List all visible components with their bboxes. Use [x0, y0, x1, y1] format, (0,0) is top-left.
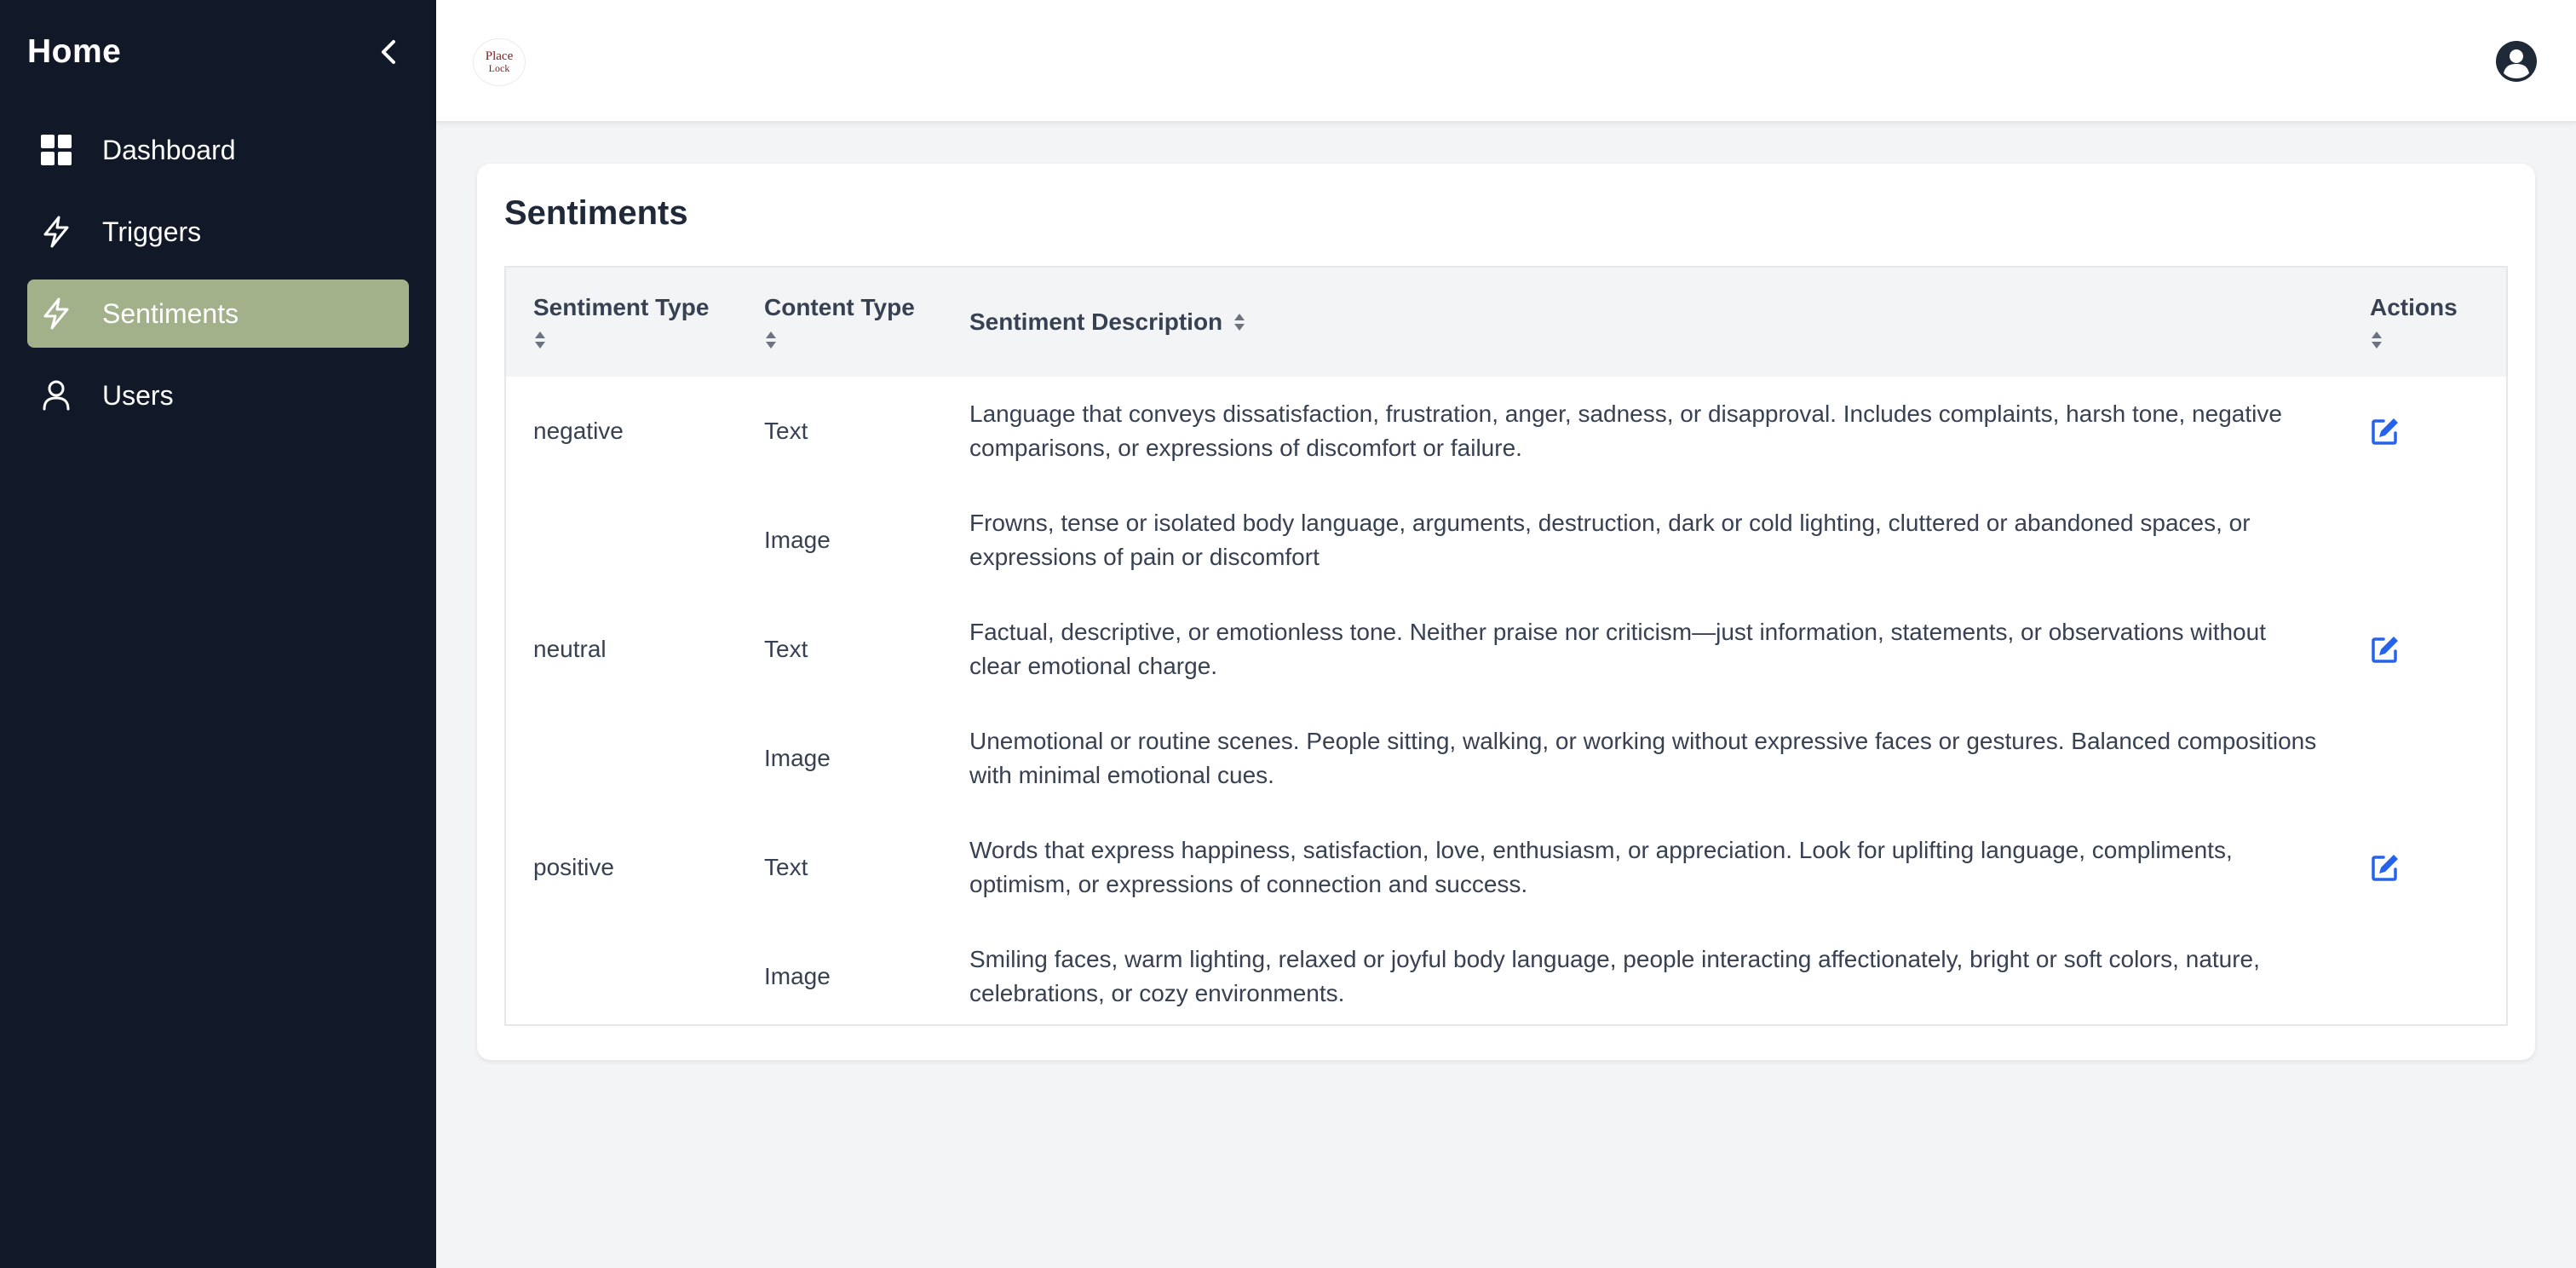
actions-cell — [2343, 377, 2506, 486]
edit-button-neutral[interactable] — [2370, 634, 2401, 665]
column-header-sentiment-type[interactable]: Sentiment Type — [506, 268, 737, 377]
sentiment-type-cell: neutral — [533, 636, 607, 662]
column-header-label: Sentiment Type — [533, 294, 710, 320]
sidebar-item-label: Dashboard — [102, 134, 236, 165]
user-circle-icon — [2496, 41, 2537, 82]
sidebar-item-users[interactable]: Users — [27, 361, 409, 429]
edit-icon — [2372, 855, 2398, 881]
edit-icon — [2372, 418, 2398, 445]
sentiment-type-cell: negative — [533, 418, 624, 444]
content-type-cell: Image — [764, 527, 831, 553]
collapse-sidebar-button[interactable] — [368, 32, 409, 72]
table-row: neutral Text Factual, descriptive, or em… — [506, 595, 2506, 704]
table-row: positive Text Words that express happine… — [506, 813, 2506, 922]
sentiments-table: Sentiment Type Content Type Sentiment De… — [506, 268, 2506, 1031]
description-cell: Smiling faces, warm lighting, relaxed or… — [969, 946, 2260, 1006]
table-header-row: Sentiment Type Content Type Sentiment De… — [506, 268, 2506, 377]
sidebar-item-label: Sentiments — [102, 297, 239, 329]
actions-cell — [2343, 595, 2506, 704]
column-header-label: Actions — [2370, 294, 2458, 320]
sidebar: Home Dashboard Triggers Sentiments Users — [0, 0, 436, 1268]
top-bar: Place Lock — [436, 0, 2576, 123]
sentiment-type-cell: positive — [533, 854, 614, 880]
sidebar-item-dashboard[interactable]: Dashboard — [27, 116, 409, 184]
table-row: Image Smiling faces, warm lighting, rela… — [506, 922, 2506, 1031]
user-icon — [39, 378, 73, 412]
column-header-actions[interactable]: Actions — [2343, 268, 2506, 377]
sidebar-title: Home — [27, 33, 122, 70]
grid-icon — [39, 133, 73, 167]
table-row: negative Text Language that conveys diss… — [506, 377, 2506, 486]
sidebar-item-sentiments[interactable]: Sentiments — [27, 280, 409, 348]
content-type-cell: Text — [764, 418, 808, 444]
table-row: Image Unemotional or routine scenes. Peo… — [506, 704, 2506, 813]
column-header-label: Content Type — [764, 294, 915, 320]
column-header-label: Sentiment Description — [969, 308, 1223, 335]
sort-icon[interactable] — [2370, 330, 2383, 350]
content-type-cell: Image — [764, 745, 831, 771]
actions-cell — [2343, 704, 2506, 813]
sentiment-type-cell — [506, 486, 737, 595]
sort-icon[interactable] — [533, 330, 547, 350]
bolt-icon — [39, 297, 73, 331]
brand-logo[interactable]: Place Lock — [474, 39, 525, 85]
chevron-left-icon — [382, 40, 395, 64]
actions-cell — [2343, 922, 2506, 1031]
edit-icon — [2372, 637, 2398, 663]
logo-text-line2: Lock — [488, 62, 510, 74]
sort-icon[interactable] — [1233, 312, 1246, 332]
sidebar-nav: Dashboard Triggers Sentiments Users — [27, 116, 409, 443]
user-account-button[interactable] — [2494, 39, 2539, 84]
description-cell: Factual, descriptive, or emotionless ton… — [969, 619, 2266, 679]
description-cell: Words that express happiness, satisfacti… — [969, 837, 2233, 897]
edit-button-negative[interactable] — [2370, 416, 2401, 447]
content-type-cell: Text — [764, 854, 808, 880]
column-header-content-type[interactable]: Content Type — [737, 268, 942, 377]
page-title: Sentiments — [504, 194, 688, 232]
sentiment-type-cell — [506, 704, 737, 813]
sentiment-type-cell — [506, 922, 737, 1031]
sidebar-item-triggers[interactable]: Triggers — [27, 198, 409, 266]
logo-text-line1: Place — [485, 49, 514, 63]
sort-icon[interactable] — [764, 330, 778, 350]
edit-button-positive[interactable] — [2370, 852, 2401, 883]
actions-cell — [2343, 486, 2506, 595]
actions-cell — [2343, 813, 2506, 922]
sidebar-item-label: Triggers — [102, 216, 202, 247]
sidebar-item-label: Users — [102, 379, 174, 411]
description-cell: Language that conveys dissatisfaction, f… — [969, 401, 2282, 461]
sidebar-header: Home — [27, 29, 409, 75]
description-cell: Frowns, tense or isolated body language,… — [969, 510, 2251, 570]
content-type-cell: Text — [764, 636, 808, 662]
sentiments-table-container: Sentiment Type Content Type Sentiment De… — [504, 266, 2508, 1026]
table-row: Image Frowns, tense or isolated body lan… — [506, 486, 2506, 595]
column-header-description[interactable]: Sentiment Description — [942, 268, 2343, 377]
description-cell: Unemotional or routine scenes. People si… — [969, 728, 2317, 788]
bolt-icon — [39, 215, 73, 249]
sentiments-card: Sentiments Sentiment Type Content Type S… — [477, 164, 2535, 1060]
content-type-cell: Image — [764, 963, 831, 989]
